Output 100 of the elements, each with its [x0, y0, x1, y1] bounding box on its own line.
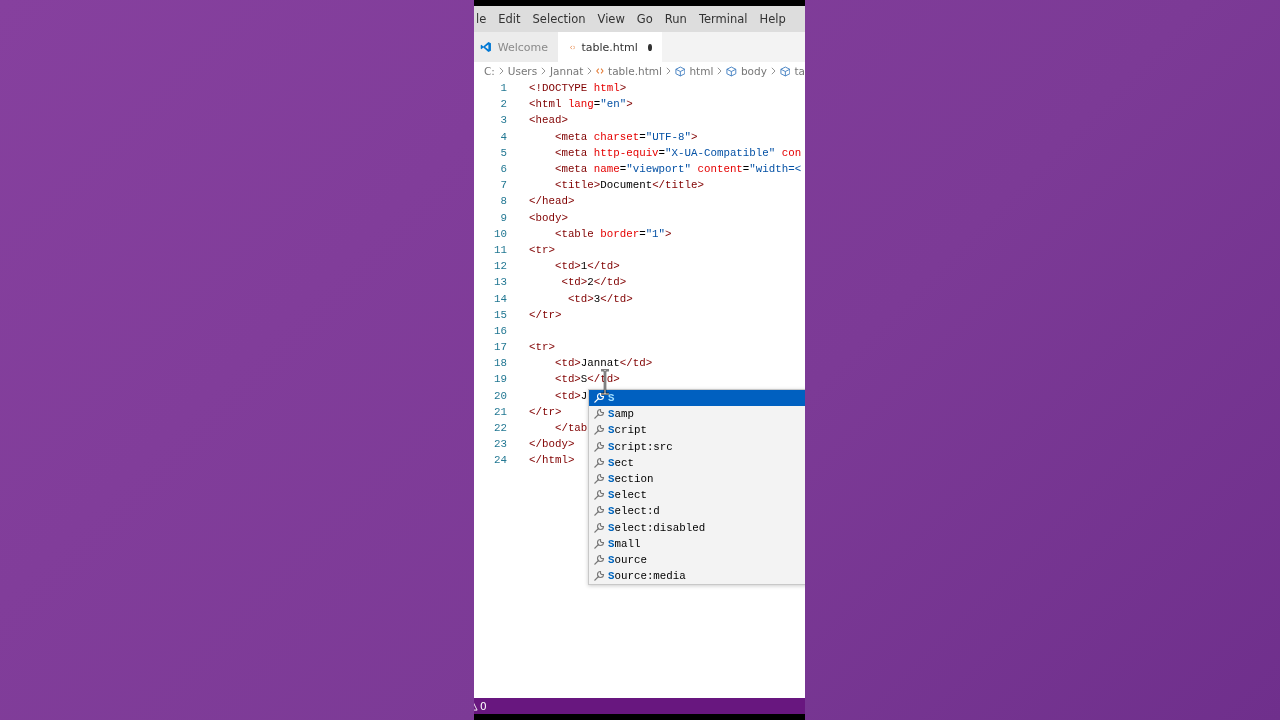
line-number: 22	[493, 422, 507, 435]
line-number: 23	[493, 438, 507, 451]
suggestion-item[interactable]: S	[589, 390, 805, 407]
unsaved-dot-icon	[647, 43, 652, 51]
wrench-icon	[593, 553, 605, 566]
menu-item[interactable]: le	[474, 12, 493, 26]
line-number: 14	[493, 292, 507, 305]
code-line: <body>	[529, 211, 568, 224]
breadcrumb-item[interactable]: C:	[484, 65, 495, 77]
line-number: 6	[499, 163, 507, 176]
menu-item[interactable]: Edit	[492, 12, 527, 26]
wrench-icon	[593, 570, 605, 583]
code-line: </body>	[529, 438, 575, 451]
code-line: <td>2</td>	[560, 276, 627, 289]
code-line: <td>Jannat</td>	[553, 357, 653, 370]
cube-icon	[726, 65, 737, 77]
wrench-icon	[593, 408, 605, 421]
suggestion-item[interactable]: Source:media	[589, 568, 805, 585]
suggestion-item[interactable]: Sect	[589, 454, 805, 471]
code-line: <meta http-equiv="X-UA-Compatible" con	[553, 146, 802, 159]
cube-icon	[674, 65, 686, 77]
code-line: <tr>	[529, 341, 555, 354]
code-line: <td>J	[553, 389, 588, 402]
line-number: 24	[493, 454, 507, 467]
menu-item[interactable]: View	[591, 12, 631, 26]
code-line: <td>3</td>	[566, 292, 633, 305]
suggestion-item[interactable]: Select:disabled	[589, 519, 805, 536]
code-line: </head>	[529, 195, 575, 208]
suggestion-item[interactable]: Script	[589, 422, 805, 439]
line-number: 5	[499, 146, 507, 159]
code-line: <tr>	[529, 243, 555, 256]
wrench-icon	[593, 456, 605, 469]
chevron-icon	[498, 67, 504, 75]
code-line: <head>	[529, 114, 568, 127]
wrench-icon	[593, 505, 605, 518]
line-number: 16	[493, 324, 507, 337]
menu-item[interactable]: Selection	[526, 12, 592, 26]
wrench-icon	[593, 473, 605, 486]
suggestion-item[interactable]: Small	[589, 535, 805, 552]
breadcrumb-item[interactable]: ta	[794, 65, 805, 77]
wrench-icon	[593, 537, 605, 550]
breadcrumb-item[interactable]: Jannat	[550, 65, 584, 77]
line-number: 8	[499, 195, 507, 208]
line-number: 4	[499, 130, 507, 143]
breadcrumb-item[interactable]: body	[740, 65, 767, 77]
code-line: </html>	[529, 454, 575, 467]
chevron-icon	[770, 67, 776, 75]
menu-item[interactable]: Help	[753, 12, 792, 26]
code-line: </tab	[553, 422, 588, 435]
line-number: 7	[499, 179, 507, 192]
wrench-icon	[593, 424, 605, 437]
breadcrumb-item[interactable]: table.html	[608, 65, 662, 77]
breadcrumb-item[interactable]: Users	[507, 65, 538, 77]
suggestion-item[interactable]: Samp	[589, 406, 805, 423]
menu-item[interactable]: Terminal	[692, 12, 754, 26]
cube-icon	[779, 65, 791, 77]
code-line: </tr>	[529, 308, 562, 321]
suggestion-item[interactable]: Section	[589, 470, 805, 488]
chevron-icon	[587, 67, 593, 75]
code-line: <html lang="en">	[529, 98, 633, 111]
line-number: 19	[493, 373, 507, 386]
line-number: 12	[493, 260, 507, 273]
chevron-icon	[717, 67, 723, 75]
breadcrumb-item[interactable]: html	[689, 65, 714, 77]
line-number: 15	[493, 308, 507, 321]
line-number: 3	[499, 114, 507, 127]
line-number: 21	[493, 405, 507, 418]
warning-count[interactable]: 0	[480, 700, 487, 712]
wrench-icon	[593, 489, 605, 502]
line-number: 10	[493, 227, 507, 240]
chevron-icon	[665, 67, 671, 75]
code-line: <meta name="viewport" content="width=<	[553, 163, 802, 176]
suggestion-item[interactable]: Select:d	[589, 503, 805, 520]
code-line: </tr>	[529, 405, 562, 418]
wrench-icon	[593, 440, 605, 453]
code-line: <table border="1">	[553, 227, 672, 240]
line-number: 1	[499, 82, 507, 95]
line-number: 2	[499, 98, 507, 111]
line-number: 17	[493, 341, 507, 354]
menu-item[interactable]: Run	[658, 12, 693, 26]
vscode-logo-icon	[480, 40, 492, 54]
line-number: 13	[493, 276, 507, 289]
code-line: <meta charset="UTF-8">	[553, 130, 698, 143]
editor-tab[interactable]: table.html	[558, 32, 662, 62]
code-line: <td>S</td>	[553, 373, 620, 386]
suggestion-item[interactable]: Select	[589, 487, 805, 504]
suggestion-item[interactable]: Script:src	[589, 438, 805, 455]
line-number: 20	[493, 389, 507, 402]
chevron-icon	[541, 67, 546, 75]
menu-item[interactable]: Go	[630, 12, 659, 26]
line-number: 11	[493, 243, 507, 256]
code-brackets-icon	[596, 67, 605, 75]
wrench-icon	[593, 392, 605, 405]
code-line: <td>1</td>	[553, 260, 620, 273]
line-number: 9	[499, 211, 507, 224]
code-line: <title>Document</title>	[553, 179, 704, 192]
suggestion-item[interactable]: Source	[589, 551, 805, 569]
line-number: 18	[493, 357, 507, 370]
wrench-icon	[593, 521, 605, 534]
code-line: <!DOCTYPE html>	[529, 82, 627, 95]
